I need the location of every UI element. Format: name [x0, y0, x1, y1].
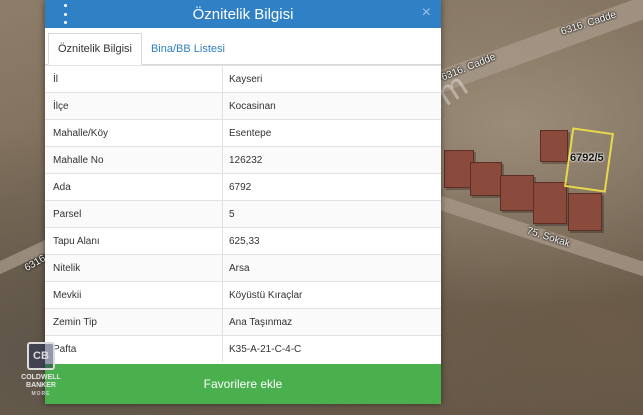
- tab-attribute-info[interactable]: Öznitelik Bilgisi: [48, 33, 142, 65]
- attribute-value: 625,33: [222, 227, 441, 255]
- attribute-key: Tapu Alanı: [45, 227, 223, 255]
- table-row: Mahalle No 126232: [45, 146, 441, 174]
- add-to-favorites-button[interactable]: Favorilere ekle: [45, 364, 441, 404]
- attribute-key: Ada: [45, 173, 223, 201]
- attribute-value: Köyüstü Kıraçlar: [222, 281, 441, 309]
- attribute-key: Parsel: [45, 200, 223, 228]
- table-row: Mahalle/Köy Esentepe: [45, 119, 441, 147]
- attribute-value: 6792: [222, 173, 441, 201]
- attribute-key: Zemin Tip: [45, 308, 223, 336]
- table-row: Mevkii Köyüstü Kıraçlar: [45, 281, 441, 309]
- logo-line: BANKER: [26, 382, 56, 389]
- attribute-key: Mahalle/Köy: [45, 119, 223, 147]
- table-row: Ada 6792: [45, 173, 441, 201]
- table-row: Tapu Alanı 625,33: [45, 227, 441, 255]
- logo-line: COLDWELL: [21, 374, 61, 381]
- table-row: Nitelik Arsa: [45, 254, 441, 282]
- attribute-value: Ana Taşınmaz: [222, 308, 441, 336]
- close-icon[interactable]: ×: [422, 4, 431, 22]
- menu-icon[interactable]: [59, 4, 71, 24]
- attribute-panel: Öznitelik Bilgisi × Öznitelik Bilgisi Bi…: [45, 0, 441, 404]
- attribute-value: 126232: [222, 146, 441, 174]
- attribute-value: Kocasinan: [222, 92, 441, 120]
- panel-header: Öznitelik Bilgisi ×: [45, 0, 441, 28]
- attribute-key: Pafta: [45, 335, 223, 362]
- logo-emblem: CB: [27, 342, 55, 370]
- tab-bar: Öznitelik Bilgisi Bina/BB Listesi: [45, 28, 441, 65]
- table-row: Pafta K35-A-21-C-4-C: [45, 335, 441, 362]
- attribute-value: Arsa: [222, 254, 441, 282]
- attribute-value: K35-A-21-C-4-C: [222, 335, 441, 362]
- building: [540, 130, 568, 162]
- building: [470, 162, 502, 196]
- attribute-key: İlçe: [45, 92, 223, 120]
- panel-title: Öznitelik Bilgisi: [192, 5, 294, 23]
- attribute-key: Mevkii: [45, 281, 223, 309]
- building: [533, 182, 567, 224]
- attribute-key: İl: [45, 65, 223, 93]
- table-row: Zemin Tip Ana Taşınmaz: [45, 308, 441, 336]
- table-row: İlçe Kocasinan: [45, 92, 441, 120]
- coldwell-banker-logo: CB COLDWELL BANKER MORE: [12, 342, 70, 400]
- table-row: İl Kayseri: [45, 65, 441, 93]
- tab-building-list[interactable]: Bina/BB Listesi: [142, 34, 234, 64]
- attribute-value: Esentepe: [222, 119, 441, 147]
- building: [568, 193, 602, 231]
- attribute-key: Nitelik: [45, 254, 223, 282]
- parcel-label: 6792/5: [570, 152, 604, 164]
- street-label: 75. Sokak: [525, 225, 572, 250]
- attribute-table: İl Kayseri İlçe Kocasinan Mahalle/Köy Esent…: [45, 65, 441, 362]
- table-row: Parsel 5: [45, 200, 441, 228]
- building: [500, 175, 534, 211]
- attribute-key: Mahalle No: [45, 146, 223, 174]
- attribute-value: Kayseri: [222, 65, 441, 93]
- logo-text: COLDWELL BANKER MORE: [21, 374, 61, 398]
- attribute-value: 5: [222, 200, 441, 228]
- logo-line: MORE: [31, 391, 51, 397]
